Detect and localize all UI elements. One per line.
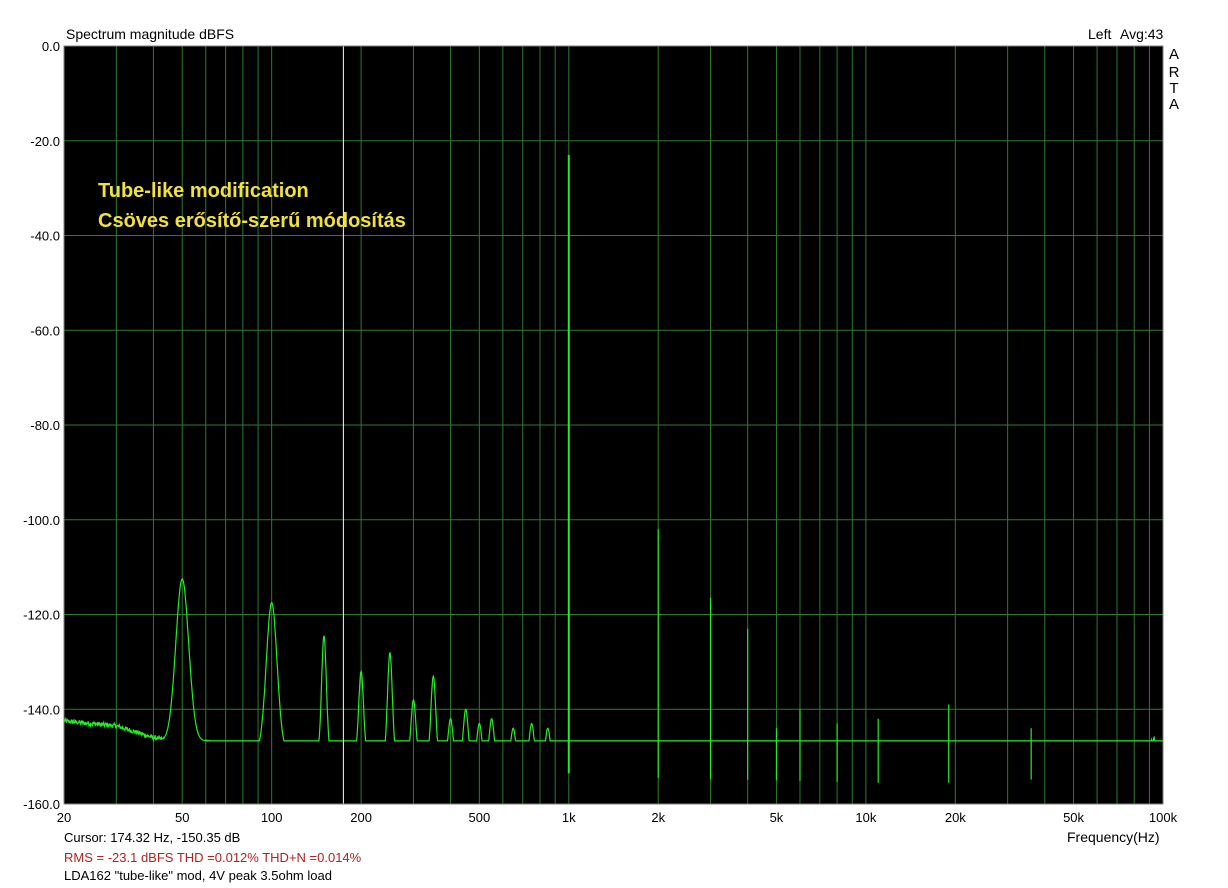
channel-label: Left xyxy=(1088,26,1112,42)
x-tick-label: 5k xyxy=(770,810,784,825)
x-tick-label: 100 xyxy=(261,810,283,825)
x-tick-labels: 20 50 100 200 500 1k 2k 5k 10k 20k 50k 100k xyxy=(57,810,1178,825)
spectrum-chart: Tube-like modification Csöves erősítő-sze… xyxy=(23,39,1178,825)
y-tick-label: -80.0 xyxy=(30,418,60,433)
annotation-text: Csöves erősítő-szerű módosítás xyxy=(98,210,406,232)
x-tick-label: 200 xyxy=(350,810,372,825)
y-tick-label: -140.0 xyxy=(23,702,60,717)
y-tick-label: -100.0 xyxy=(23,513,60,528)
x-tick-label: 50k xyxy=(1063,810,1084,825)
y-tick-label: -20.0 xyxy=(30,134,60,149)
x-tick-label: 20k xyxy=(945,810,966,825)
x-tick-label: 20 xyxy=(57,810,71,825)
watermark-letter: T xyxy=(1169,80,1179,97)
x-tick-label: 1k xyxy=(562,810,576,825)
x-tick-label: 10k xyxy=(855,810,876,825)
chart-title: Spectrum magnitude dBFS xyxy=(66,26,235,42)
watermark-letter: R xyxy=(1168,64,1180,81)
y-tick-label: -40.0 xyxy=(30,229,60,244)
y-tick-label: 0.0 xyxy=(42,39,60,54)
watermark-letter: A xyxy=(1168,96,1179,113)
averaging-label: Avg:43 xyxy=(1120,26,1164,42)
x-axis-label: Frequency(Hz) xyxy=(1067,829,1160,845)
annotation-text: Tube-like modification xyxy=(98,180,309,202)
y-tick-labels: 0.0 -20.0 -40.0 -60.0 -80.0 -100.0 -120.0 -140.… xyxy=(23,39,60,812)
cursor-readout: Cursor: 174.32 Hz, -150.35 dB xyxy=(64,830,241,845)
x-tick-label: 50 xyxy=(175,810,189,825)
x-tick-label: 100k xyxy=(1149,810,1178,825)
y-tick-label: -120.0 xyxy=(23,608,60,623)
description-line: LDA162 "tube-like" mod, 4V peak 3.5ohm l… xyxy=(64,868,332,883)
stats-line: RMS = -23.1 dBFS THD =0.012% THD+N =0.01… xyxy=(64,850,362,865)
x-tick-label: 2k xyxy=(651,810,665,825)
y-tick-label: -160.0 xyxy=(23,797,60,812)
x-tick-label: 500 xyxy=(468,810,490,825)
watermark-letter: A xyxy=(1168,46,1179,63)
y-tick-label: -60.0 xyxy=(30,323,60,338)
